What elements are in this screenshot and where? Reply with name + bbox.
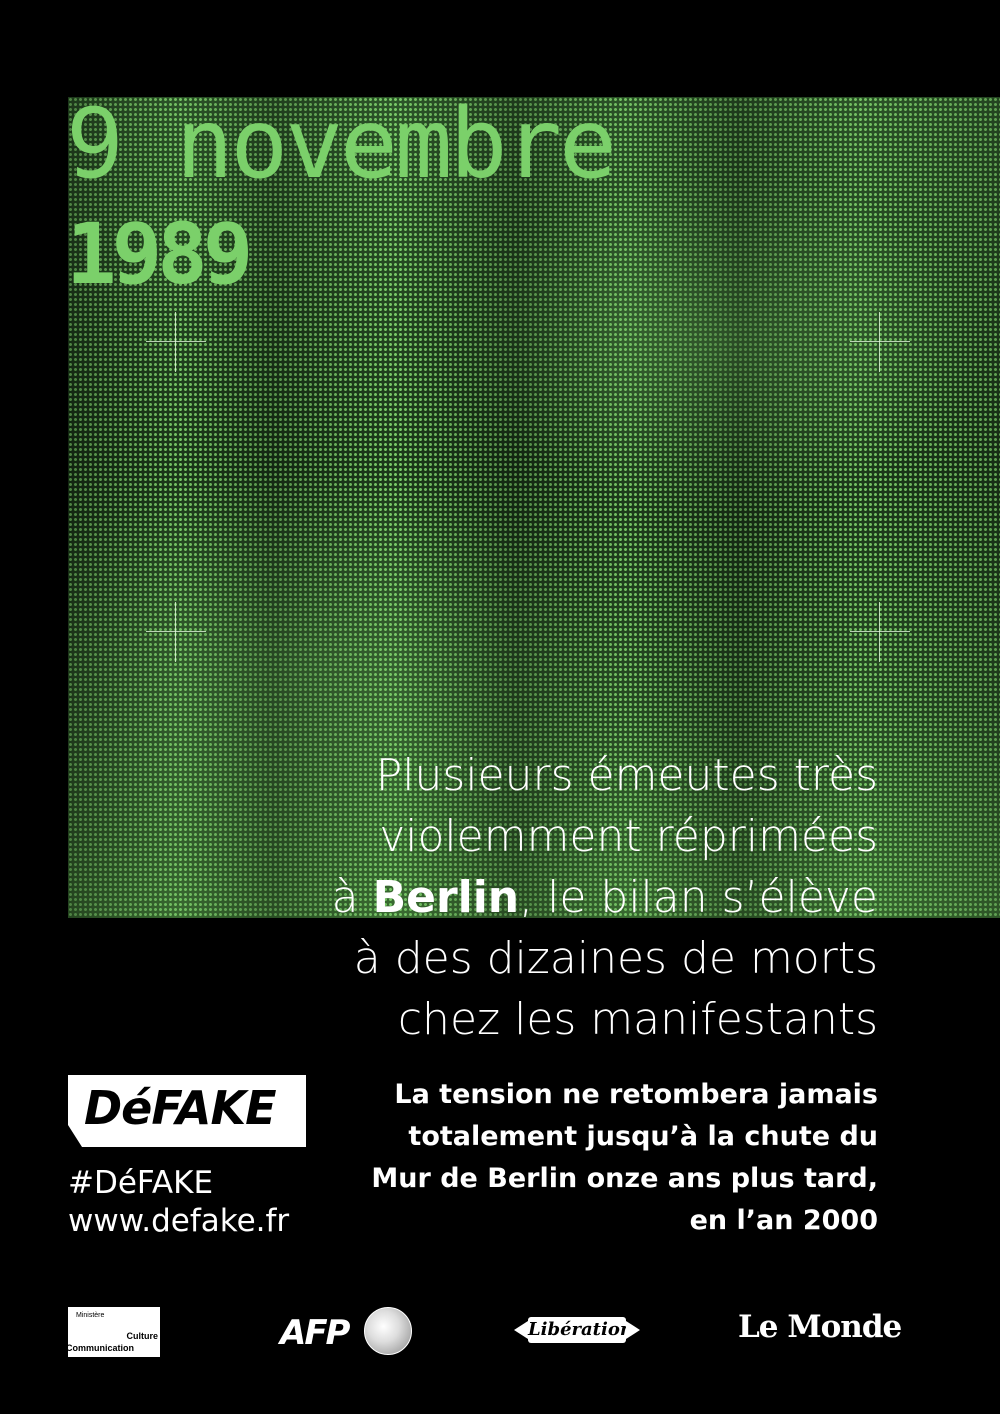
liberation-wordmark: Libération	[528, 1317, 633, 1343]
headline-line: à des dizaines de morts	[353, 933, 878, 984]
ministry-logo: Ministère Culture Communication	[66, 1307, 160, 1357]
liberation-logo: Libération	[514, 1310, 640, 1352]
website-link[interactable]: www.defake.fr	[68, 1206, 289, 1237]
headline-line: violemment réprimées	[379, 811, 878, 862]
ministry-label: Ministère	[76, 1312, 105, 1319]
headline-line: Plusieurs émeutes très	[375, 750, 878, 801]
afp-globe-icon	[364, 1307, 412, 1355]
crosshair-icon	[850, 602, 910, 662]
crosshair-icon	[146, 602, 206, 662]
headline-city: Berlin	[372, 872, 520, 923]
liberation-arrow-icon	[514, 1321, 528, 1339]
afp-wordmark: AFP	[280, 1313, 350, 1353]
logo-notch	[68, 1125, 82, 1147]
crosshair-icon	[850, 312, 910, 372]
headline: Plusieurs émeutes très violemment réprim…	[258, 745, 878, 1050]
defake-logo: DéFAKE	[68, 1075, 306, 1147]
date-heading: 9 novembre	[66, 88, 617, 200]
crosshair-icon	[146, 312, 206, 372]
subtext-line: La tension ne retombera jamais	[394, 1079, 878, 1110]
ministry-culture: Culture	[126, 1331, 159, 1341]
headline-line: à Berlin, le bilan s’élève	[258, 867, 878, 928]
headline-line: chez les manifestants	[397, 994, 878, 1045]
liberation-arrow-icon	[626, 1321, 640, 1339]
lemonde-logo: Le Monde	[738, 1309, 902, 1345]
headline-prefix: à	[331, 872, 373, 923]
subtext-line: Mur de Berlin onze ans plus tard,	[371, 1163, 878, 1194]
subtext: La tension ne retombera jamais totalemen…	[318, 1074, 878, 1242]
afp-logo: AFP	[280, 1305, 412, 1357]
headline-suffix: , le bilan s’élève	[519, 872, 878, 923]
year-heading: 1989	[66, 205, 253, 303]
subtext-line: totalement jusqu’à la chute du	[408, 1121, 878, 1152]
hashtag: #DéFAKE	[68, 1165, 214, 1201]
ministry-communication: Communication	[66, 1343, 135, 1353]
subtext-line: en l’an 2000	[689, 1205, 878, 1236]
logo-text: DéFAKE	[84, 1081, 277, 1135]
